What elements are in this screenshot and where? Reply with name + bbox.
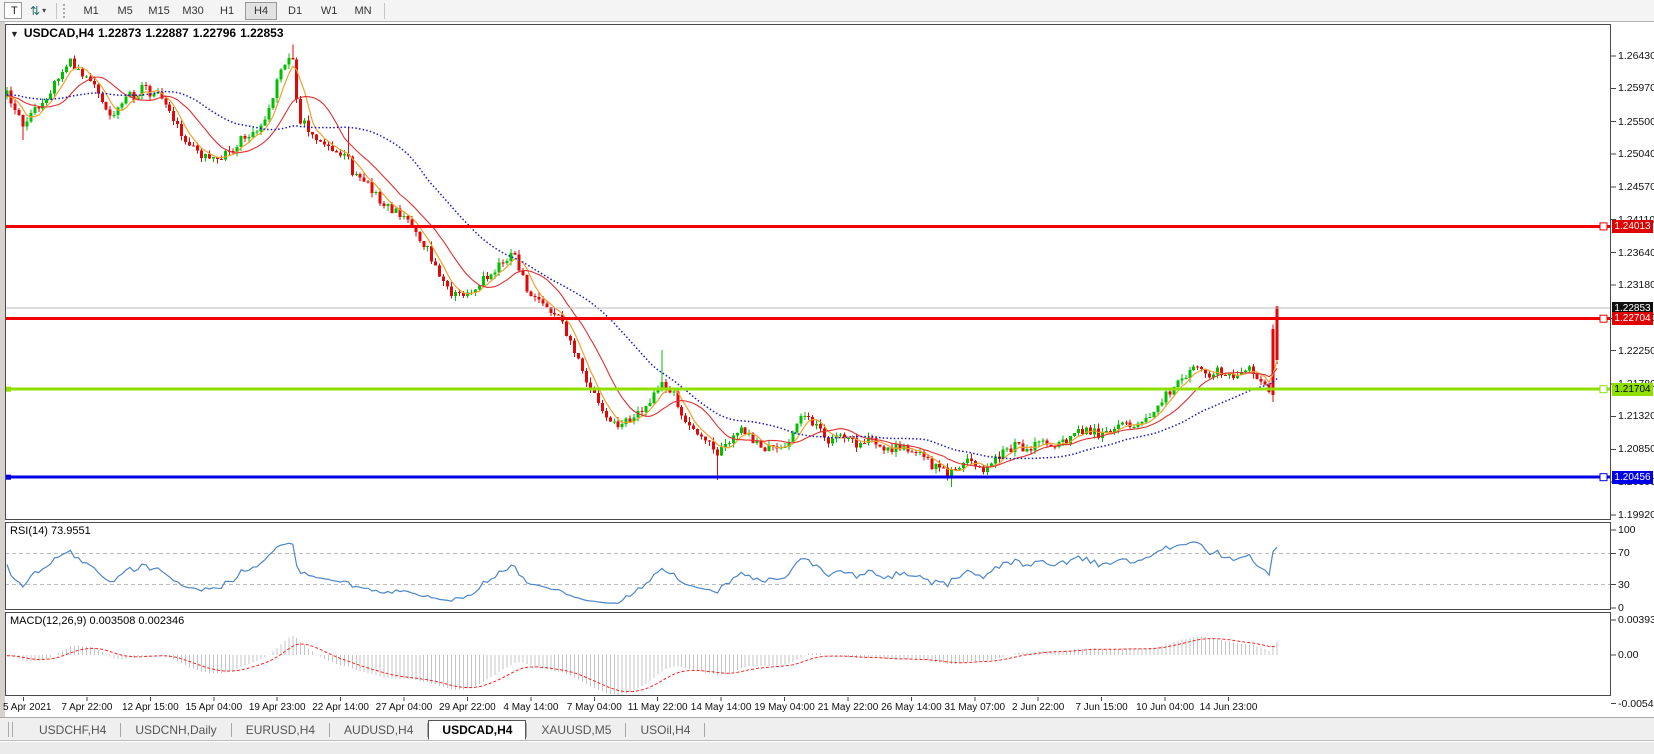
chart-canvas[interactable] bbox=[0, 0, 1654, 754]
tab-AUDUSDH4[interactable]: AUDUSD,H4 bbox=[330, 720, 427, 740]
timeframe-button-M1[interactable]: M1 bbox=[75, 2, 107, 20]
dropdown-caret-icon[interactable]: ▾ bbox=[42, 6, 46, 15]
tab-USDCADH4[interactable]: USDCAD,H4 bbox=[428, 720, 526, 740]
sort-arrows-icon[interactable]: ⇅ bbox=[30, 3, 40, 19]
mt4-window: T ⇅ ▾ M1M5M15M30H1H4D1W1MN ▼USDCAD,H41.2… bbox=[0, 0, 1654, 754]
top-toolbar: T ⇅ ▾ M1M5M15M30H1H4D1W1MN bbox=[0, 0, 1654, 22]
timeframe-button-MN[interactable]: MN bbox=[347, 2, 379, 20]
timeframe-button-W1[interactable]: W1 bbox=[313, 2, 345, 20]
timeframe-button-M15[interactable]: M15 bbox=[143, 2, 175, 20]
tab-USOilH4[interactable]: USOil,H4 bbox=[626, 720, 704, 740]
tab-USDCNHDaily[interactable]: USDCNH,Daily bbox=[121, 720, 230, 740]
toolbar-grip bbox=[63, 4, 68, 18]
tab-USDCHFH4[interactable]: USDCHF,H4 bbox=[25, 720, 120, 740]
status-bar bbox=[0, 741, 1654, 754]
timeframe-button-H1[interactable]: H1 bbox=[211, 2, 243, 20]
timeframe-button-H4[interactable]: H4 bbox=[245, 2, 277, 20]
toolbar-separator bbox=[384, 3, 385, 19]
tab-XAUUSDM5[interactable]: XAUUSD,M5 bbox=[527, 720, 625, 740]
timeframe-button-D1[interactable]: D1 bbox=[279, 2, 311, 20]
tabbar-grip bbox=[8, 722, 13, 737]
symbol-tab-bar: USDCHF,H4USDCNH,DailyEURUSD,H4AUDUSD,H4U… bbox=[0, 717, 1654, 741]
timeframe-button-M30[interactable]: M30 bbox=[177, 2, 209, 20]
text-tool-button[interactable]: T bbox=[4, 2, 22, 19]
timeframe-button-M5[interactable]: M5 bbox=[109, 2, 141, 20]
toolbar-separator bbox=[56, 3, 57, 19]
timeframe-buttons: M1M5M15M30H1H4D1W1MN bbox=[74, 2, 380, 20]
tab-EURUSDH4[interactable]: EURUSD,H4 bbox=[232, 720, 329, 740]
tab-separator bbox=[704, 723, 705, 737]
